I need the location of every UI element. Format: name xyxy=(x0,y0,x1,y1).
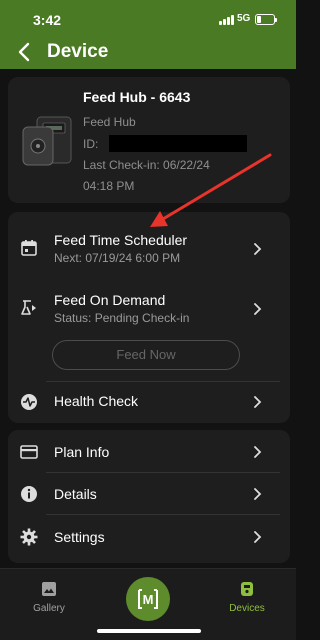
feed-time-scheduler-row[interactable]: Feed Time Scheduler Next: 07/19/24 6:00 … xyxy=(8,224,290,276)
feed-dispense-icon xyxy=(21,300,36,315)
chevron-right-icon xyxy=(254,396,262,408)
feed-on-demand-row[interactable]: Feed On Demand Status: Pending Check-in xyxy=(8,284,290,336)
health-check-row[interactable]: Health Check xyxy=(8,384,290,420)
image-icon xyxy=(42,582,56,596)
heartbeat-icon xyxy=(21,394,37,410)
divider xyxy=(46,514,280,515)
tab-devices[interactable]: Devices xyxy=(207,569,287,619)
settings-title: Settings xyxy=(54,529,105,545)
calendar-icon xyxy=(21,240,37,256)
page-title: Device xyxy=(47,41,109,62)
details-title: Details xyxy=(54,486,97,502)
settings-row[interactable]: Settings xyxy=(8,519,290,555)
device-name: Feed Hub - 6643 xyxy=(83,89,191,105)
scheduler-title: Feed Time Scheduler xyxy=(54,232,188,248)
gear-icon xyxy=(20,528,38,546)
signal-icon xyxy=(219,15,235,25)
device-icon xyxy=(241,582,253,596)
chevron-right-icon xyxy=(254,446,262,458)
plan-info-title: Plan Info xyxy=(54,444,110,460)
status-time: 3:42 xyxy=(33,12,62,28)
details-row[interactable]: Details xyxy=(8,476,290,512)
battery-icon xyxy=(255,14,277,25)
info-icon xyxy=(21,486,37,502)
redacted-id xyxy=(109,135,247,152)
credit-card-icon xyxy=(20,445,38,459)
on-demand-title: Feed On Demand xyxy=(54,292,166,308)
back-button[interactable] xyxy=(14,40,36,64)
plan-info-row[interactable]: Plan Info xyxy=(8,434,290,470)
tab-gallery-label: Gallery xyxy=(33,603,65,614)
tab-gallery[interactable]: Gallery xyxy=(9,569,89,619)
last-checkin-time: 04:18 PM xyxy=(83,179,135,193)
divider xyxy=(46,472,280,473)
app-header: Device xyxy=(0,38,296,69)
health-check-title: Health Check xyxy=(54,393,139,409)
last-checkin: Last Check-in: 06/22/24 xyxy=(83,158,210,172)
bottom-tab-bar: Gallery M Devices xyxy=(0,568,296,640)
status-bar: 3:42 5G xyxy=(0,0,296,38)
logo-letter: M xyxy=(143,592,154,607)
chevron-right-icon xyxy=(254,303,262,315)
home-indicator xyxy=(97,629,201,633)
home-logo-button[interactable]: M xyxy=(126,577,170,621)
feed-now-button[interactable]: Feed Now xyxy=(52,340,240,370)
chevron-right-icon xyxy=(254,488,262,500)
divider xyxy=(46,381,280,382)
tab-devices-label: Devices xyxy=(229,603,265,614)
feed-hub-device-image xyxy=(22,116,72,166)
chevron-right-icon xyxy=(254,243,262,255)
brand-logo-icon: M xyxy=(138,589,158,609)
feed-card: Feed Time Scheduler Next: 07/19/24 6:00 … xyxy=(8,212,290,423)
network-type: 5G xyxy=(237,13,251,24)
device-card: Feed Hub - 6643 Feed Hub ID: Last Check-… xyxy=(8,77,290,203)
device-type: Feed Hub xyxy=(83,115,136,129)
scheduler-next: Next: 07/19/24 6:00 PM xyxy=(54,251,181,265)
chevron-right-icon xyxy=(254,531,262,543)
device-id-label: ID: xyxy=(83,137,99,151)
on-demand-status: Status: Pending Check-in xyxy=(54,311,190,325)
info-card: Plan Info Details Settings xyxy=(8,430,290,563)
